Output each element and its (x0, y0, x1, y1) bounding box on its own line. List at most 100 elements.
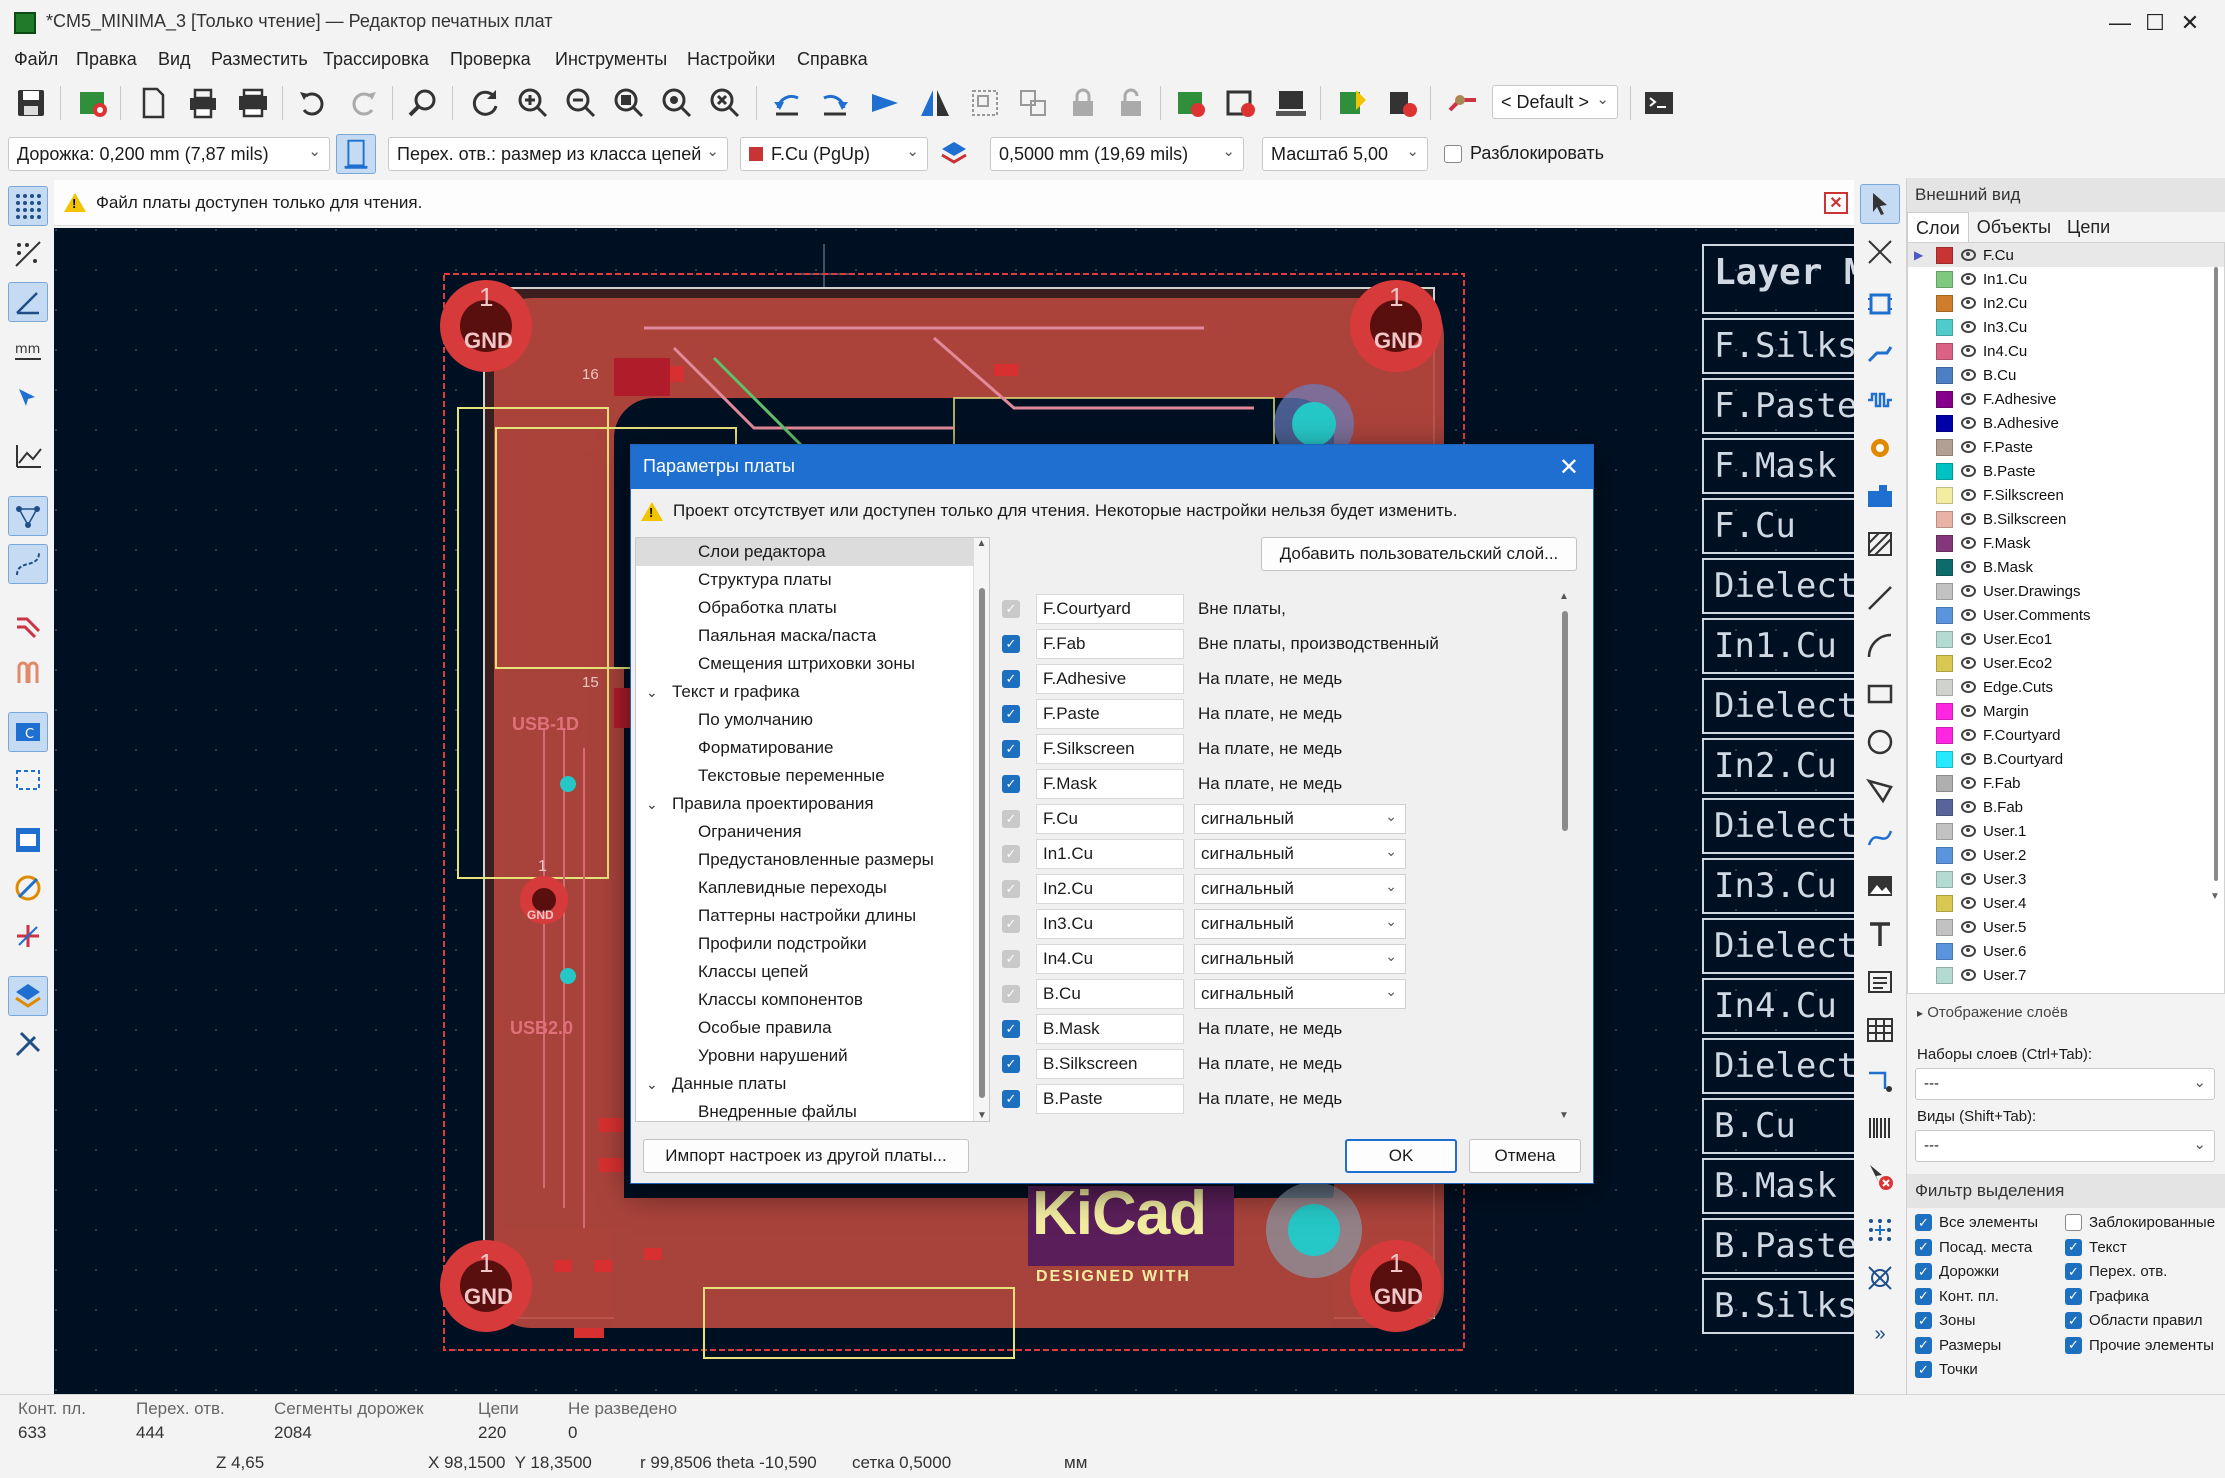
layer-name-field[interactable]: In4.Cu (1036, 943, 1184, 974)
layer-color-swatch[interactable] (1936, 942, 1953, 960)
visibility-eye-icon[interactable] (1961, 417, 1976, 429)
tree-scrollbar[interactable]: ▲ ▼ (973, 538, 989, 1121)
layer-color-swatch[interactable] (1936, 342, 1953, 360)
filter-checkbox[interactable]: ✓ (2065, 1312, 2082, 1329)
filter-10[interactable]: ✓ Размеры (1915, 1336, 2001, 1354)
visibility-eye-icon[interactable] (1961, 585, 1976, 597)
expand-chevron-icon[interactable]: ⌄ (646, 796, 662, 813)
tree-item[interactable]: Паяльная маска/паста (636, 622, 989, 650)
layer-color-swatch[interactable] (1936, 894, 1953, 912)
viewport-preset-select[interactable]: < Default > ⌄ (1492, 85, 1618, 119)
via-tool-icon[interactable] (1860, 428, 1900, 468)
menu-route[interactable]: Трассировка (323, 49, 429, 70)
arc-tool-icon[interactable] (1860, 626, 1900, 666)
layer-color-swatch[interactable] (1936, 438, 1953, 456)
layer-color-swatch[interactable] (1936, 966, 1953, 984)
layer-presets-select[interactable]: --- ⌄ (1915, 1068, 2215, 1100)
layer-color-swatch[interactable] (1936, 462, 1953, 480)
visibility-eye-icon[interactable] (1961, 729, 1976, 741)
layer-color-swatch[interactable] (1936, 558, 1953, 576)
filter-0[interactable]: ✓ Все элементы (1915, 1214, 2038, 1231)
save-icon[interactable] (12, 84, 50, 122)
layer-color-swatch[interactable] (1936, 630, 1953, 648)
filter-6[interactable]: ✓ Конт. пл. (1915, 1287, 1999, 1305)
polygon-tool-icon[interactable] (1860, 770, 1900, 810)
layer-row-f-courtyard[interactable]: F.Courtyard (1908, 723, 2224, 747)
filter-checkbox[interactable]: ✓ (2065, 1336, 2082, 1354)
print-icon[interactable] (184, 84, 222, 122)
visibility-eye-icon[interactable] (1961, 561, 1976, 573)
grid-origin-icon[interactable] (1860, 1210, 1900, 1250)
visibility-eye-icon[interactable] (1961, 681, 1976, 693)
layer-row-user-drawings[interactable]: User.Drawings (1908, 579, 2224, 603)
layer-row-user-eco1[interactable]: User.Eco1 (1908, 627, 2224, 651)
visibility-eye-icon[interactable] (1961, 441, 1976, 453)
layer-name-field[interactable]: In2.Cu (1036, 873, 1184, 904)
layer-enabled-checkbox[interactable]: ✓ (1002, 1019, 1020, 1038)
filter-4[interactable]: ✓ Дорожки (1915, 1263, 1999, 1280)
layer-color-swatch[interactable] (1936, 294, 1953, 312)
menu-inspect[interactable]: Проверка (450, 49, 531, 70)
layer-row-user-eco2[interactable]: User.Eco2 (1908, 651, 2224, 675)
add-custom-layer-button[interactable]: Добавить пользовательский слой... (1261, 537, 1577, 571)
layer-color-swatch[interactable] (1936, 822, 1953, 840)
layer-row-user-4[interactable]: User.4 (1908, 891, 2224, 915)
filter-3[interactable]: ✓ Текст (2065, 1238, 2127, 1256)
visibility-eye-icon[interactable] (1961, 897, 1976, 909)
cancel-button[interactable]: Отмена (1469, 1139, 1581, 1173)
layer-name-field[interactable]: In1.Cu (1036, 838, 1184, 869)
dimension-tool-icon[interactable] (1860, 1060, 1900, 1100)
group-icon[interactable] (966, 84, 1004, 122)
visibility-eye-icon[interactable] (1961, 849, 1976, 861)
layer-color-swatch[interactable] (1936, 366, 1953, 384)
visibility-eye-icon[interactable] (1961, 873, 1976, 885)
filter-9[interactable]: ✓ Области правил (2065, 1312, 2203, 1329)
polar-coords-icon[interactable] (8, 282, 48, 322)
layer-name-field[interactable]: B.Silkscreen (1036, 1048, 1184, 1079)
infobar-close-icon[interactable]: ✕ (1824, 192, 1848, 214)
layer-row-user-5[interactable]: User.5 (1908, 915, 2224, 939)
net-inspector-icon[interactable] (1222, 84, 1260, 122)
filter-checkbox[interactable]: ✓ (1915, 1312, 1932, 1329)
expand-chevron-icon[interactable]: ⌄ (646, 684, 662, 701)
layer-color-swatch[interactable] (1936, 486, 1953, 504)
layer-enabled-checkbox[interactable]: ✓ (1002, 949, 1020, 968)
zoom-selection-icon[interactable] (706, 84, 744, 122)
tree-item[interactable]: Внедренные файлы (636, 1098, 989, 1121)
visibility-eye-icon[interactable] (1961, 969, 1976, 981)
tree-item[interactable]: Классы цепей (636, 958, 989, 986)
layer-enabled-checkbox[interactable]: ✓ (1002, 739, 1020, 758)
zoom-select[interactable]: Масштаб 5,00 ⌄ (1262, 137, 1428, 171)
layer-color-swatch[interactable] (1936, 750, 1953, 768)
refresh-icon[interactable] (466, 84, 504, 122)
visibility-eye-icon[interactable] (1961, 489, 1976, 501)
visibility-eye-icon[interactable] (1961, 537, 1976, 549)
visibility-eye-icon[interactable] (1961, 945, 1976, 957)
layer-enabled-checkbox[interactable]: ✓ (1002, 809, 1020, 828)
layer-row-user-1[interactable]: User.1 (1908, 819, 2224, 843)
local-ratsnest-icon[interactable] (1860, 232, 1900, 272)
zone-outline-icon[interactable] (8, 760, 48, 800)
visibility-eye-icon[interactable] (1961, 825, 1976, 837)
menu-preferences[interactable]: Настройки (687, 49, 775, 70)
layer-name-field[interactable]: F.Adhesive (1036, 663, 1184, 694)
properties-icon[interactable] (8, 1024, 48, 1064)
layer-color-swatch[interactable] (1936, 918, 1953, 936)
visibility-eye-icon[interactable] (1961, 513, 1976, 525)
layer-color-swatch[interactable] (1936, 726, 1953, 744)
layer-row-b-silkscreen[interactable]: B.Silkscreen (1908, 507, 2224, 531)
tree-item[interactable]: Каплевидные переходы (636, 874, 989, 902)
layer-name-field[interactable]: F.Silkscreen (1036, 733, 1184, 764)
plot-icon[interactable] (234, 84, 272, 122)
board-setup-icon[interactable] (74, 84, 112, 122)
visibility-eye-icon[interactable] (1961, 609, 1976, 621)
layer-row-f-paste[interactable]: F.Paste (1908, 435, 2224, 459)
visibility-eye-icon[interactable] (1961, 633, 1976, 645)
visibility-eye-icon[interactable] (1961, 801, 1976, 813)
layer-enabled-checkbox[interactable]: ✓ (1002, 844, 1020, 863)
units-mm-icon[interactable]: mm (8, 330, 48, 370)
layer-color-swatch[interactable] (1936, 534, 1953, 552)
footprint-update-icon[interactable] (1384, 84, 1422, 122)
find-icon[interactable] (404, 84, 442, 122)
layer-select[interactable]: F.Cu (PgUp) ⌄ (740, 137, 928, 171)
